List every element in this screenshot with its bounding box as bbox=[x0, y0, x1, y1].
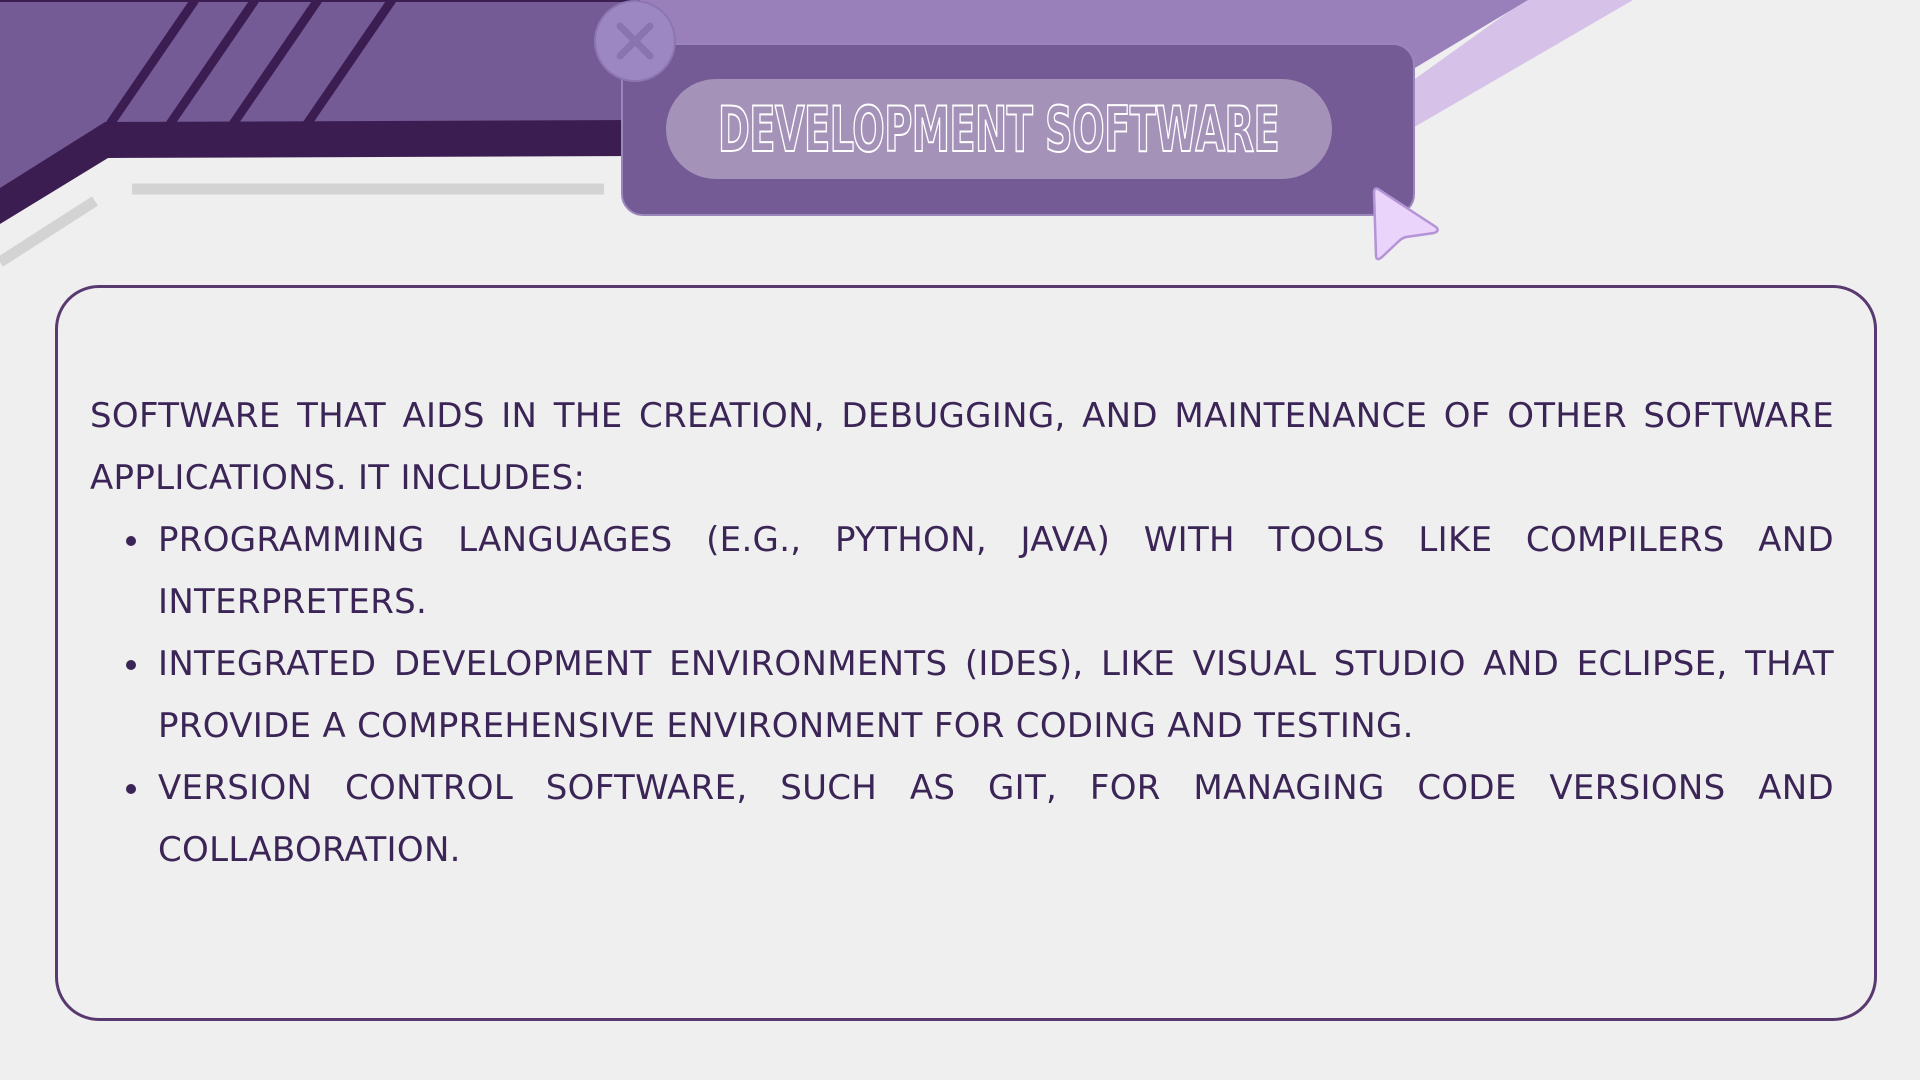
close-icon bbox=[616, 22, 654, 60]
list-item-text: VERSION CONTROL SOFTWARE, SUCH AS GIT, F… bbox=[158, 768, 1834, 870]
bullet-dot bbox=[126, 784, 136, 794]
close-button[interactable] bbox=[594, 0, 676, 82]
bullet-dot bbox=[126, 660, 136, 670]
list-item: INTEGRATED DEVELOPMENT ENVIRONMENTS (IDE… bbox=[90, 633, 1834, 757]
bullet-dot bbox=[126, 536, 136, 546]
list-item-text: PROGRAMMING LANGUAGES (E.G., PYTHON, JAV… bbox=[158, 520, 1834, 622]
content-text: SOFTWARE THAT AIDS IN THE CREATION, DEBU… bbox=[90, 385, 1834, 881]
title-pill: DEVELOPMENT SOFTWARE bbox=[666, 79, 1332, 179]
content-box: SOFTWARE THAT AIDS IN THE CREATION, DEBU… bbox=[55, 285, 1877, 1021]
list-item: PROGRAMMING LANGUAGES (E.G., PYTHON, JAV… bbox=[90, 509, 1834, 633]
list-item-text: INTEGRATED DEVELOPMENT ENVIRONMENTS (IDE… bbox=[158, 644, 1834, 746]
page-title: DEVELOPMENT SOFTWARE bbox=[718, 92, 1281, 167]
list-item: VERSION CONTROL SOFTWARE, SUCH AS GIT, F… bbox=[90, 757, 1834, 881]
cursor-arrow-icon bbox=[1372, 187, 1439, 261]
bullet-list: PROGRAMMING LANGUAGES (E.G., PYTHON, JAV… bbox=[90, 509, 1834, 881]
intro-text: SOFTWARE THAT AIDS IN THE CREATION, DEBU… bbox=[90, 396, 1834, 498]
title-panel: DEVELOPMENT SOFTWARE bbox=[621, 43, 1415, 216]
